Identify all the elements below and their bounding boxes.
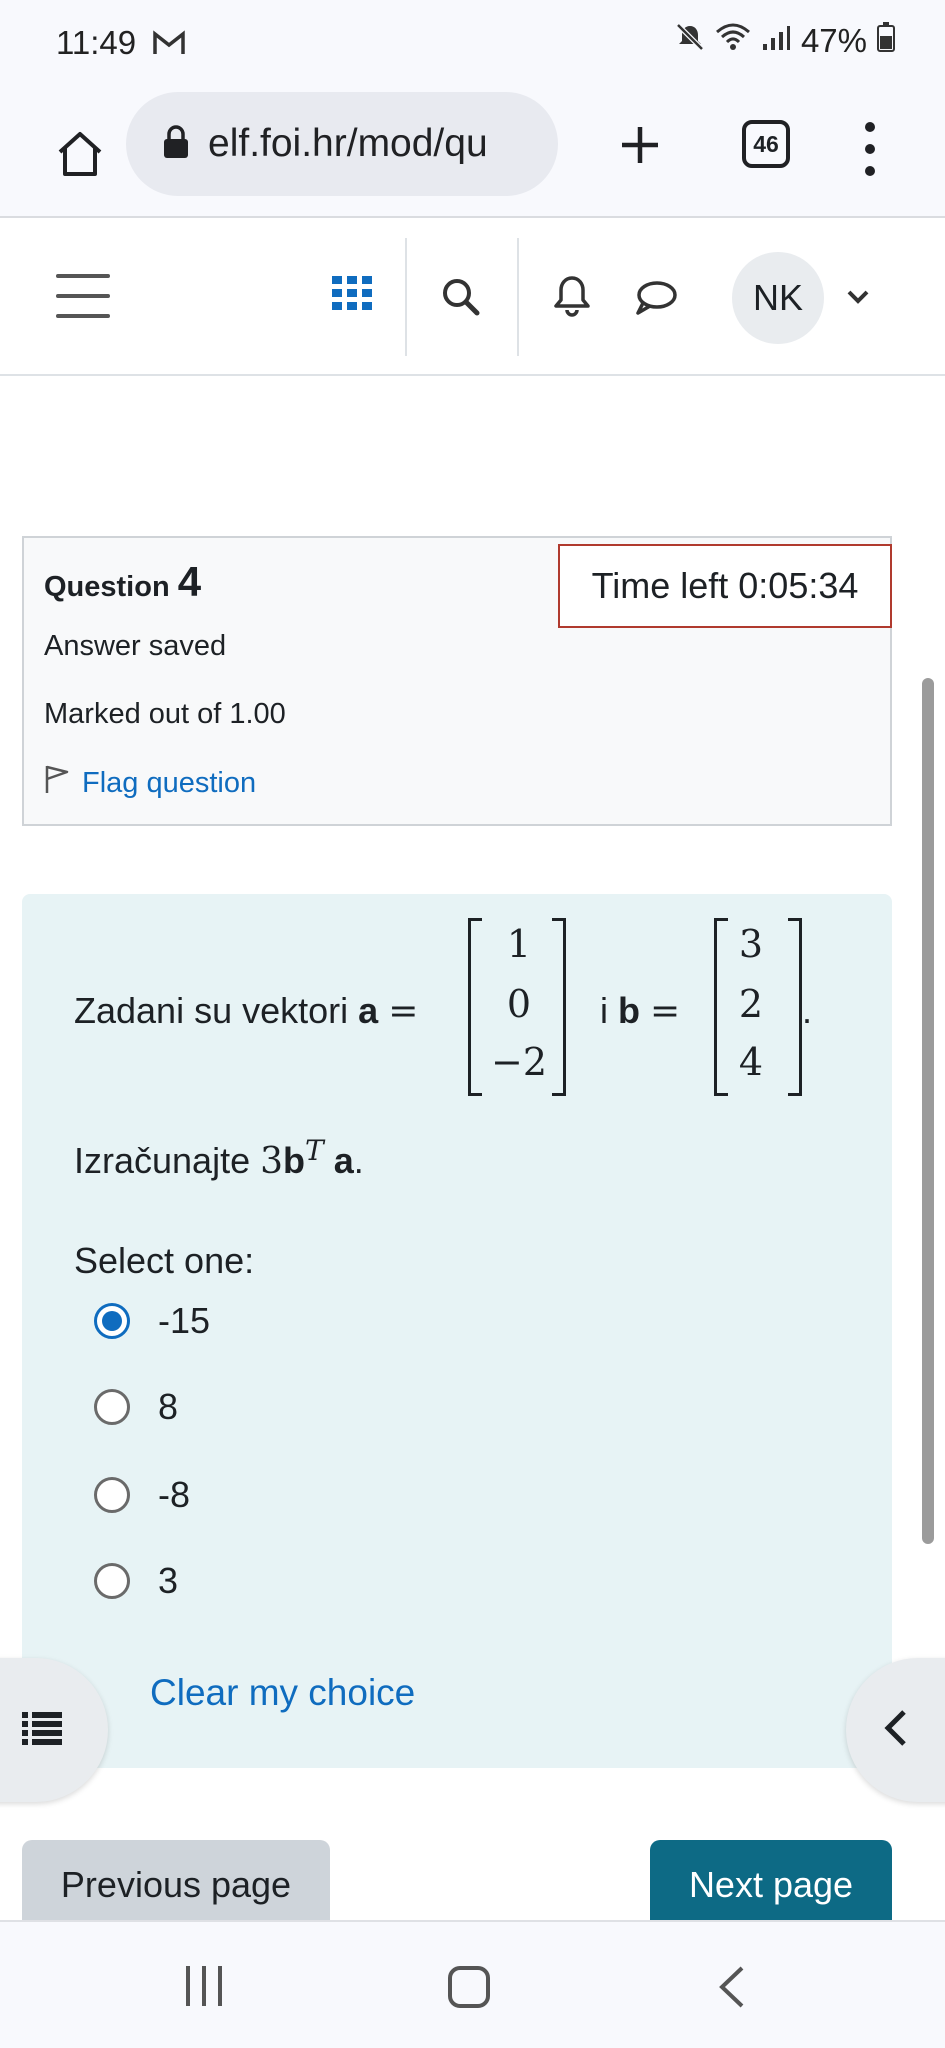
- connector-i: i: [600, 990, 608, 1031]
- var-a: a: [358, 990, 379, 1031]
- flag-icon: [44, 764, 70, 802]
- clear-choice-link[interactable]: Clear my choice: [150, 1672, 415, 1714]
- status-bar: 11:49 47%: [0, 0, 945, 90]
- previous-page-button[interactable]: Previous page: [22, 1840, 330, 1920]
- question-intro: Zadani su vektori: [74, 990, 349, 1031]
- question-label: Question: [44, 571, 170, 603]
- question-text: Zadani su vektori a =: [74, 990, 418, 1032]
- home-icon[interactable]: [36, 118, 124, 190]
- wifi-icon: [715, 22, 751, 60]
- site-navbar: NK: [0, 220, 945, 376]
- lock-icon: [162, 124, 190, 164]
- chevron-left-icon: [882, 1708, 908, 1753]
- back-icon[interactable]: [716, 1964, 746, 2015]
- tabs-icon[interactable]: 46: [742, 120, 790, 168]
- task-b: b: [283, 1140, 306, 1181]
- bell-icon[interactable]: [552, 274, 592, 323]
- bracket-right: [552, 918, 566, 1096]
- mute-icon: [675, 22, 705, 60]
- task-coef: 3: [260, 1141, 284, 1182]
- equals-sign: =: [650, 991, 681, 1032]
- gmail-icon: [152, 30, 186, 61]
- flag-question-link[interactable]: Flag question: [44, 764, 256, 802]
- tab-count: 46: [753, 130, 779, 157]
- vector-b-1: 3: [738, 922, 764, 966]
- answer-option[interactable]: 8: [94, 1386, 178, 1428]
- overflow-menu-icon[interactable]: [850, 114, 890, 184]
- scrollbar[interactable]: [922, 678, 934, 1544]
- plus-icon[interactable]: [610, 110, 670, 180]
- vector-b-3: 4: [738, 1040, 764, 1084]
- question-number: 4: [177, 558, 202, 605]
- option-label: -8: [158, 1474, 191, 1515]
- list-icon: [20, 1710, 64, 1751]
- search-icon[interactable]: [440, 276, 480, 321]
- task-sup: T: [305, 1134, 324, 1167]
- bracket-left: [468, 918, 482, 1096]
- answer-option[interactable]: 3: [94, 1560, 178, 1602]
- radio-button[interactable]: [94, 1563, 130, 1599]
- bracket-right: [788, 918, 802, 1096]
- recent-apps-icon[interactable]: [186, 1966, 222, 2006]
- vector-b-2: 2: [738, 982, 764, 1026]
- battery-label: 47%: [800, 22, 867, 59]
- vector-a-3: −2: [490, 1040, 548, 1084]
- navbar-divider: [517, 238, 519, 356]
- chevron-down-icon[interactable]: [846, 288, 870, 311]
- task-text: Izračunajte 3bT a.: [74, 1134, 364, 1182]
- question-content: Zadani su vektori a = 1 0 −2 i b = 3 2 4…: [22, 894, 892, 1768]
- avatar[interactable]: NK: [732, 252, 824, 344]
- option-label: 3: [158, 1560, 179, 1601]
- var-b: b: [618, 990, 641, 1031]
- equals-sign: =: [388, 991, 419, 1032]
- url-bar[interactable]: elf.foi.hr/mod/qu: [126, 92, 558, 196]
- avatar-initials: NK: [752, 277, 803, 318]
- answer-option[interactable]: -15: [94, 1300, 210, 1342]
- quiz-timer: Time left 0:05:34: [558, 544, 892, 628]
- option-label: -15: [158, 1300, 211, 1341]
- radio-button[interactable]: [94, 1303, 130, 1339]
- question-mark: Marked out of 1.00: [44, 698, 286, 730]
- vector-a-2: 0: [506, 982, 532, 1026]
- home-button-icon[interactable]: [448, 1966, 490, 2008]
- radio-button[interactable]: [94, 1477, 130, 1513]
- question-state: Answer saved: [44, 630, 227, 662]
- task-prefix: Izračunajte: [74, 1140, 251, 1181]
- vector-a-1: 1: [506, 922, 532, 966]
- status-time: 11:49: [56, 24, 137, 61]
- url-text: elf.foi.hr/mod/qu: [208, 122, 488, 165]
- select-one-label: Select one:: [74, 1240, 255, 1281]
- browser-toolbar: elf.foi.hr/mod/qu 46: [0, 90, 945, 218]
- answer-option[interactable]: -8: [94, 1474, 190, 1516]
- option-label: 8: [158, 1386, 179, 1427]
- apps-grid-icon[interactable]: [332, 276, 372, 315]
- battery-icon: [877, 22, 895, 60]
- system-navigation-bar: [0, 1920, 945, 2048]
- hamburger-icon[interactable]: [56, 274, 110, 318]
- flag-label: Flag question: [82, 766, 257, 799]
- navbar-divider: [405, 238, 407, 356]
- next-page-button[interactable]: Next page: [650, 1840, 892, 1920]
- task-a: a: [333, 1140, 354, 1181]
- question-text-b: i b =: [600, 990, 680, 1032]
- sentence-period: .: [802, 990, 813, 1031]
- task-end: .: [353, 1140, 364, 1181]
- radio-button[interactable]: [94, 1389, 130, 1425]
- chat-icon[interactable]: [634, 280, 678, 321]
- signal-icon: [761, 22, 791, 60]
- question-title: Question 4: [44, 558, 201, 606]
